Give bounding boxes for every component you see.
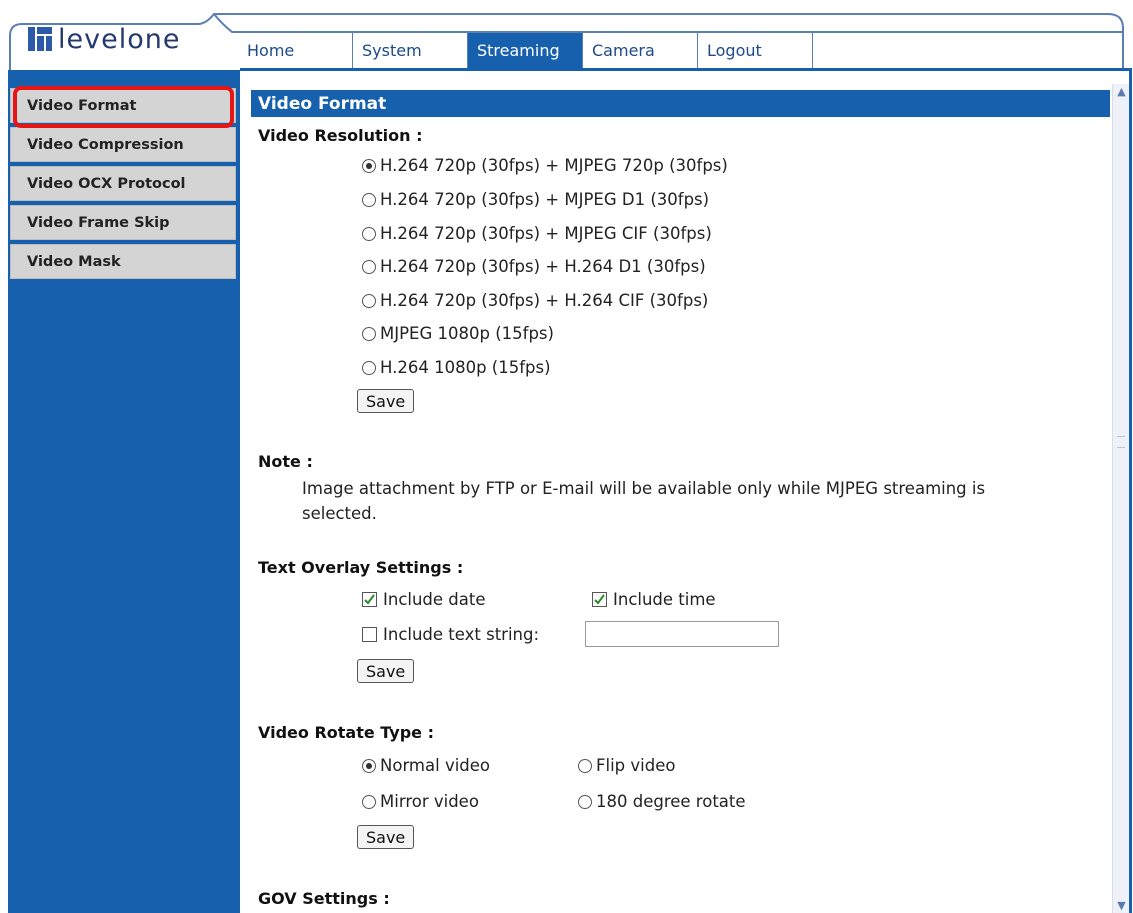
- rotate-option-label: Normal video: [380, 756, 491, 775]
- levelone-logo-icon: [28, 27, 52, 51]
- include-text-label: Include text string:: [383, 625, 540, 644]
- resolution-option-label: H.264 720p (30fps) + MJPEG 720p (30fps): [380, 156, 728, 175]
- resolution-option-label: H.264 720p (30fps) + H.264 D1 (30fps): [380, 257, 706, 276]
- save-resolution-button[interactable]: Save: [357, 389, 415, 413]
- radio-button[interactable]: [362, 226, 376, 241]
- rotate-option-label: Flip video: [596, 756, 676, 775]
- radio-button[interactable]: [362, 293, 376, 308]
- resolution-option-label: H.264 720p (30fps) + MJPEG D1 (30fps): [380, 190, 710, 209]
- sidebar-item-video-format[interactable]: Video Format: [10, 88, 236, 123]
- resolution-option-label: H.264 1080p (15fps): [380, 358, 551, 377]
- rotate-option-label: 180 degree rotate: [596, 792, 746, 811]
- page-title: Video Format: [251, 90, 1110, 117]
- radio-button[interactable]: [362, 192, 376, 207]
- resolution-option-label: H.264 720p (30fps) + MJPEG CIF (30fps): [380, 224, 712, 243]
- include-date-checkbox[interactable]: [362, 592, 377, 607]
- gov-label: GOV Settings :: [258, 889, 390, 908]
- rotate-option-normal[interactable]: Normal video: [362, 756, 490, 775]
- resolution-option[interactable]: H.264 720p (30fps) + MJPEG 720p (30fps): [362, 156, 728, 175]
- rotate-label: Video Rotate Type :: [258, 723, 434, 742]
- chevron-down-icon[interactable]: ▼: [1114, 898, 1129, 913]
- overlay-label: Text Overlay Settings :: [258, 558, 464, 577]
- vertical-scrollbar[interactable]: ▲ ▼: [1112, 84, 1129, 913]
- resolution-option[interactable]: H.264 1080p (15fps): [362, 358, 551, 377]
- include-date-label: Include date: [383, 590, 486, 609]
- checkmark-icon: [364, 594, 375, 605]
- note-label: Note :: [258, 452, 313, 471]
- content-top-border: [240, 68, 1132, 71]
- radio-button[interactable]: [362, 794, 376, 809]
- resolution-label: Video Resolution :: [258, 126, 423, 145]
- radio-button[interactable]: [362, 758, 376, 773]
- resolution-option[interactable]: H.264 720p (30fps) + MJPEG D1 (30fps): [362, 190, 709, 209]
- checkmark-icon: [594, 594, 605, 605]
- radio-button[interactable]: [362, 259, 376, 274]
- rotate-option-flip[interactable]: Flip video: [578, 756, 675, 775]
- include-time-checkbox[interactable]: [592, 592, 607, 607]
- tab-camera[interactable]: Camera: [583, 33, 698, 68]
- resolution-option-label: MJPEG 1080p (15fps): [380, 324, 554, 343]
- radio-button[interactable]: [362, 326, 376, 341]
- rotate-option-180[interactable]: 180 degree rotate: [578, 792, 746, 811]
- brand-logo: levelone: [28, 22, 180, 56]
- save-rotate-button[interactable]: Save: [357, 825, 415, 849]
- include-time-option[interactable]: Include time: [592, 590, 716, 609]
- main-nav: Home System Streaming Camera Logout: [238, 33, 813, 68]
- resolution-option-label: H.264 720p (30fps) + H.264 CIF (30fps): [380, 291, 709, 310]
- chevron-up-icon[interactable]: ▲: [1114, 84, 1129, 99]
- include-time-label: Include time: [613, 590, 716, 609]
- include-text-checkbox[interactable]: [362, 627, 377, 642]
- sidebar-item-video-mask[interactable]: Video Mask: [10, 244, 236, 279]
- resolution-option[interactable]: MJPEG 1080p (15fps): [362, 324, 554, 343]
- resolution-option[interactable]: H.264 720p (30fps) + H.264 CIF (30fps): [362, 291, 708, 310]
- radio-button[interactable]: [578, 794, 592, 809]
- resolution-option[interactable]: H.264 720p (30fps) + MJPEG CIF (30fps): [362, 224, 712, 243]
- logo-text: levelone: [58, 23, 181, 55]
- tab-streaming[interactable]: Streaming: [468, 33, 583, 68]
- tab-system[interactable]: System: [353, 33, 468, 68]
- note-text: Image attachment by FTP or E-mail will b…: [302, 479, 986, 523]
- radio-button[interactable]: [578, 758, 592, 773]
- rotate-option-mirror[interactable]: Mirror video: [362, 792, 479, 811]
- content-right-border: [1129, 68, 1132, 913]
- sidebar-item-video-compression[interactable]: Video Compression: [10, 127, 236, 162]
- resolution-option[interactable]: H.264 720p (30fps) + H.264 D1 (30fps): [362, 257, 706, 276]
- tab-home[interactable]: Home: [238, 33, 353, 68]
- include-date-option[interactable]: Include date: [362, 590, 486, 609]
- rotate-option-label: Mirror video: [380, 792, 479, 811]
- sidebar-item-video-ocx-protocol[interactable]: Video OCX Protocol: [10, 166, 236, 201]
- save-overlay-button[interactable]: Save: [357, 659, 415, 683]
- overlay-text-input[interactable]: [585, 621, 779, 647]
- tab-logout[interactable]: Logout: [698, 33, 813, 68]
- radio-button[interactable]: [362, 360, 376, 375]
- sidebar-item-video-frame-skip[interactable]: Video Frame Skip: [10, 205, 236, 240]
- include-text-option[interactable]: Include text string:: [362, 625, 539, 644]
- scroll-grip[interactable]: [1117, 436, 1125, 448]
- radio-button[interactable]: [362, 158, 376, 173]
